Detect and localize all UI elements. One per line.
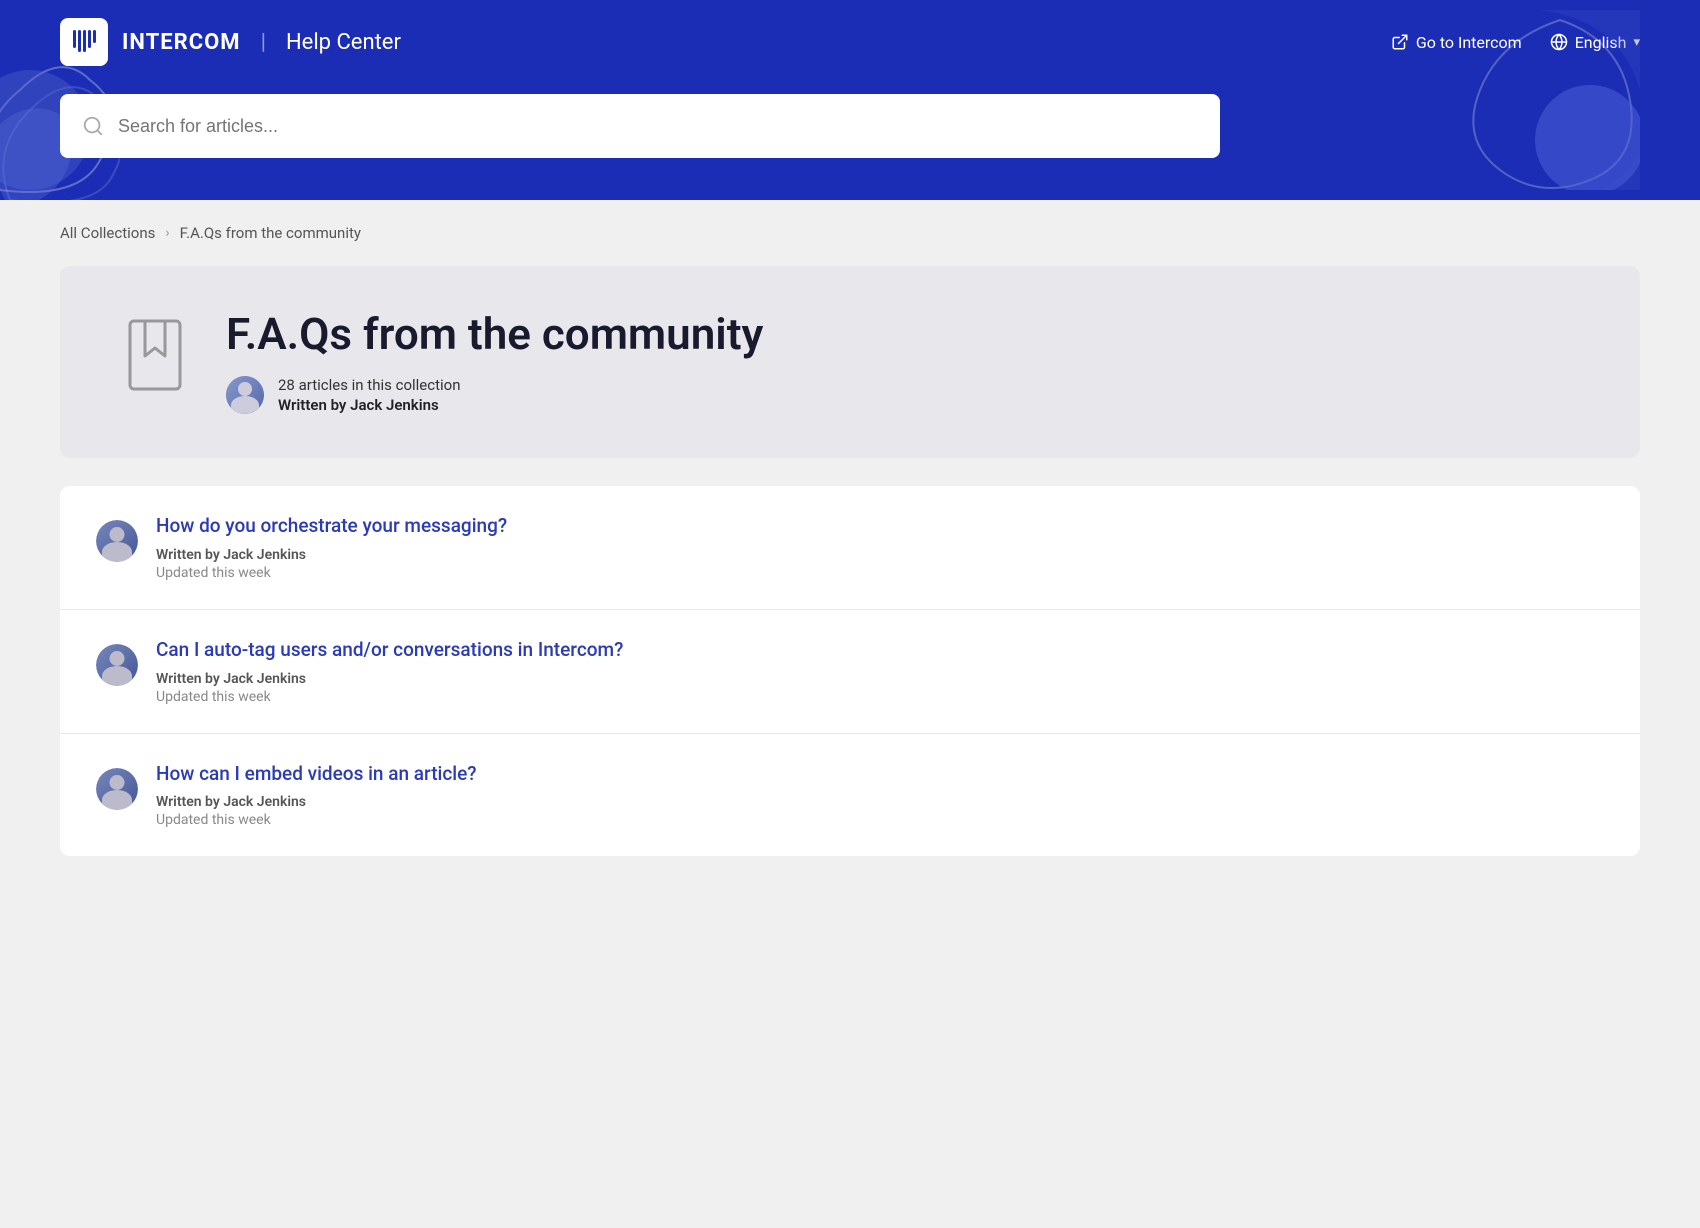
article-author-avatar <box>96 768 138 810</box>
article-author: Jack Jenkins <box>223 547 306 563</box>
help-center-label: Help Center <box>286 30 401 55</box>
article-content: How do you orchestrate your messaging? W… <box>156 514 507 581</box>
collection-written-by: Written by Jack Jenkins <box>278 396 461 414</box>
author-avatar <box>226 376 264 414</box>
article-title: How do you orchestrate your messaging? <box>156 514 507 539</box>
breadcrumb-current-page: F.A.Qs from the community <box>180 224 361 242</box>
collection-info: F.A.Qs from the community 28 articles in… <box>226 310 763 414</box>
page-wrapper: INTERCOM | Help Center Go to Intercom <box>0 0 1700 856</box>
search-icon <box>82 115 104 137</box>
article-meta: Written by Jack Jenkins <box>156 547 507 563</box>
article-item[interactable]: How can I embed videos in an article? Wr… <box>60 734 1640 857</box>
search-input[interactable] <box>118 116 1198 137</box>
article-updated: Updated this week <box>156 565 507 581</box>
collection-title: F.A.Qs from the community <box>226 310 763 358</box>
article-updated: Updated this week <box>156 812 477 828</box>
article-meta: Written by Jack Jenkins <box>156 794 477 810</box>
article-author: Jack Jenkins <box>223 671 306 687</box>
article-content: How can I embed videos in an article? Wr… <box>156 762 477 829</box>
search-area <box>0 84 1700 198</box>
collection-meta-text: 28 articles in this collection Written b… <box>278 376 461 414</box>
article-meta: Written by Jack Jenkins <box>156 671 623 687</box>
logo-text: INTERCOM <box>122 30 241 55</box>
collection-author: Jack Jenkins <box>350 396 439 414</box>
written-by-label: Written by <box>156 794 220 810</box>
articles-count: 28 articles in this collection <box>278 376 461 394</box>
article-item[interactable]: Can I auto-tag users and/or conversation… <box>60 610 1640 734</box>
articles-list: How do you orchestrate your messaging? W… <box>60 486 1640 856</box>
breadcrumb: All Collections › F.A.Qs from the commun… <box>0 200 1700 266</box>
article-author-avatar <box>96 644 138 686</box>
breadcrumb-all-collections[interactable]: All Collections <box>60 224 155 242</box>
article-title: How can I embed videos in an article? <box>156 762 477 787</box>
written-by-label: Written by <box>156 671 220 687</box>
collection-bookmark-icon <box>120 316 190 400</box>
header: INTERCOM | Help Center Go to Intercom <box>0 0 1700 200</box>
collection-meta: 28 articles in this collection Written b… <box>226 376 763 414</box>
article-content: Can I auto-tag users and/or conversation… <box>156 638 623 705</box>
written-by-label: Written by <box>278 396 346 414</box>
breadcrumb-chevron-icon: › <box>165 225 169 241</box>
article-author-avatar <box>96 520 138 562</box>
article-title: Can I auto-tag users and/or conversation… <box>156 638 623 663</box>
article-updated: Updated this week <box>156 689 623 705</box>
logo-divider: | <box>261 30 266 55</box>
article-author: Jack Jenkins <box>223 794 306 810</box>
collection-header: F.A.Qs from the community 28 articles in… <box>60 266 1640 458</box>
article-item[interactable]: How do you orchestrate your messaging? W… <box>60 486 1640 610</box>
search-bar <box>60 94 1220 158</box>
written-by-label: Written by <box>156 547 220 563</box>
